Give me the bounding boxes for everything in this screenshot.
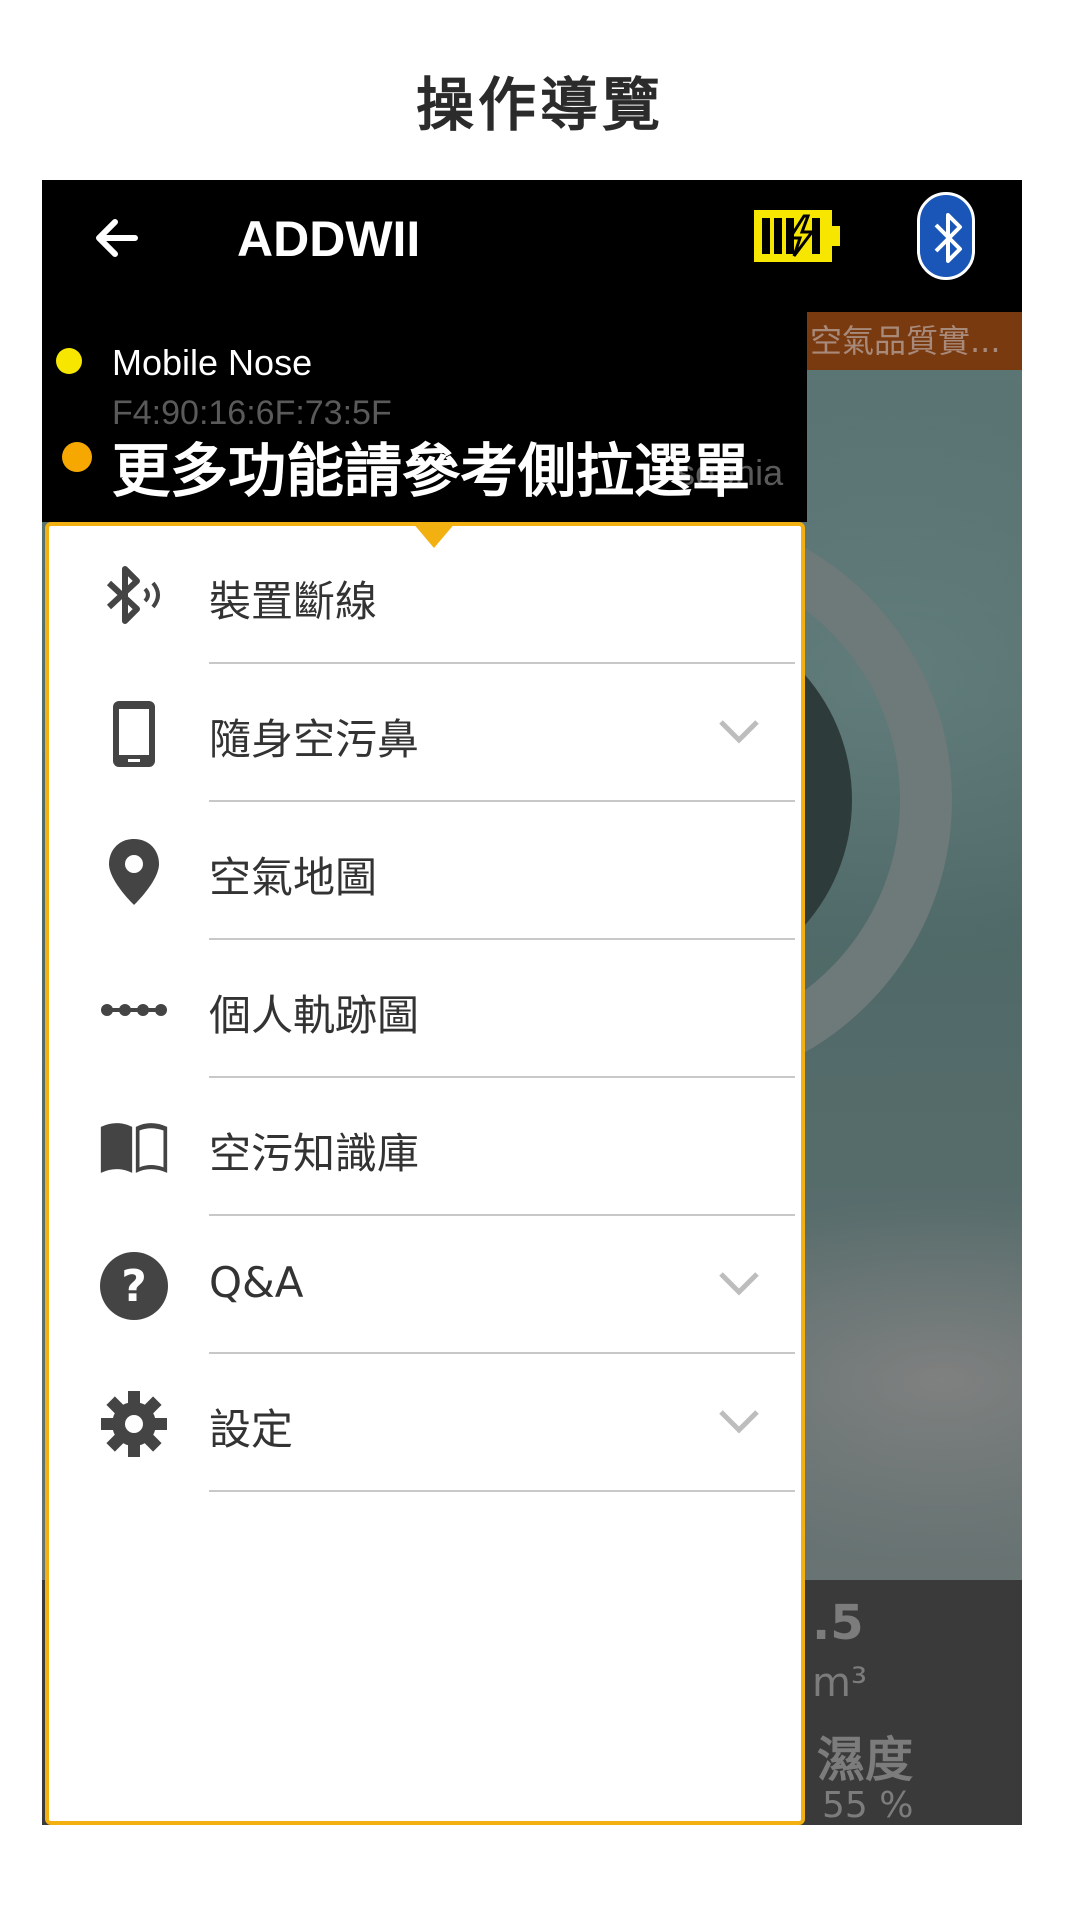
gear-icon bbox=[99, 1389, 169, 1459]
menu-item-track[interactable]: 個人軌跡圖 bbox=[49, 940, 801, 1078]
menu-item-label: 空氣地圖 bbox=[209, 853, 378, 902]
app-title: ADDWII bbox=[237, 211, 421, 267]
menu-item-label: 隨身空污鼻 bbox=[209, 715, 420, 764]
drawer-header: Mobile Nose F4:90:16:6F:73:5F sophia 更多功… bbox=[42, 312, 807, 522]
battery-charging-icon[interactable] bbox=[752, 206, 842, 266]
side-drawer-menu: 裝置斷線 隨身空污鼻 空氣地圖 個人軌跡圖 空污知識庫 ? Q&A 設定 bbox=[45, 522, 805, 1825]
arrow-left-icon[interactable] bbox=[87, 208, 147, 268]
bluetooth-disconnect-icon bbox=[99, 561, 169, 631]
menu-item-label: 空污知識庫 bbox=[209, 1129, 420, 1178]
pm-unit: m³ bbox=[812, 1660, 867, 1706]
book-icon bbox=[99, 1113, 169, 1183]
question-circle-icon: ? bbox=[99, 1251, 169, 1321]
humidity-label: 濕度 bbox=[817, 1732, 914, 1788]
map-pin-icon bbox=[99, 837, 169, 907]
menu-item-qa[interactable]: ? Q&A bbox=[49, 1216, 801, 1354]
pm-value: .5 bbox=[812, 1595, 864, 1651]
menu-item-label: Q&A bbox=[209, 1258, 304, 1307]
page-title: 操作導覽 bbox=[415, 71, 664, 139]
hint-pointer-arrow bbox=[412, 522, 456, 548]
chevron-down-icon[interactable] bbox=[717, 1406, 761, 1436]
app-bar: ADDWII bbox=[42, 180, 1022, 312]
track-dots-icon bbox=[99, 975, 169, 1045]
air-quality-banner: 空氣品質實... bbox=[802, 312, 1022, 370]
menu-item-label: 設定 bbox=[209, 1405, 294, 1454]
menu-item-label: 個人軌跡圖 bbox=[209, 991, 420, 1040]
bluetooth-icon[interactable] bbox=[917, 192, 975, 280]
humidity-value: 55 % bbox=[822, 1785, 914, 1825]
menu-item-mobile-nose[interactable]: 隨身空污鼻 bbox=[49, 664, 801, 802]
hint-dot bbox=[62, 442, 92, 472]
guide-hint: 更多功能請參考側拉選單 bbox=[112, 437, 751, 505]
mobile-device-icon bbox=[99, 699, 169, 769]
menu-item-knowledge[interactable]: 空污知識庫 bbox=[49, 1078, 801, 1216]
app-screen: 空氣品質實... .5 m³ 濕度 55 % ADDWII Mobile Nos… bbox=[42, 180, 1022, 1825]
svg-text:?: ? bbox=[121, 1261, 147, 1312]
menu-item-label: 裝置斷線 bbox=[209, 577, 378, 626]
menu-item-air-map[interactable]: 空氣地圖 bbox=[49, 802, 801, 940]
device-name: Mobile Nose bbox=[112, 342, 313, 383]
chevron-down-icon[interactable] bbox=[717, 1268, 761, 1298]
device-status-dot bbox=[56, 348, 82, 374]
menu-item-settings[interactable]: 設定 bbox=[49, 1354, 801, 1492]
chevron-down-icon[interactable] bbox=[717, 716, 761, 746]
divider bbox=[209, 1490, 795, 1492]
